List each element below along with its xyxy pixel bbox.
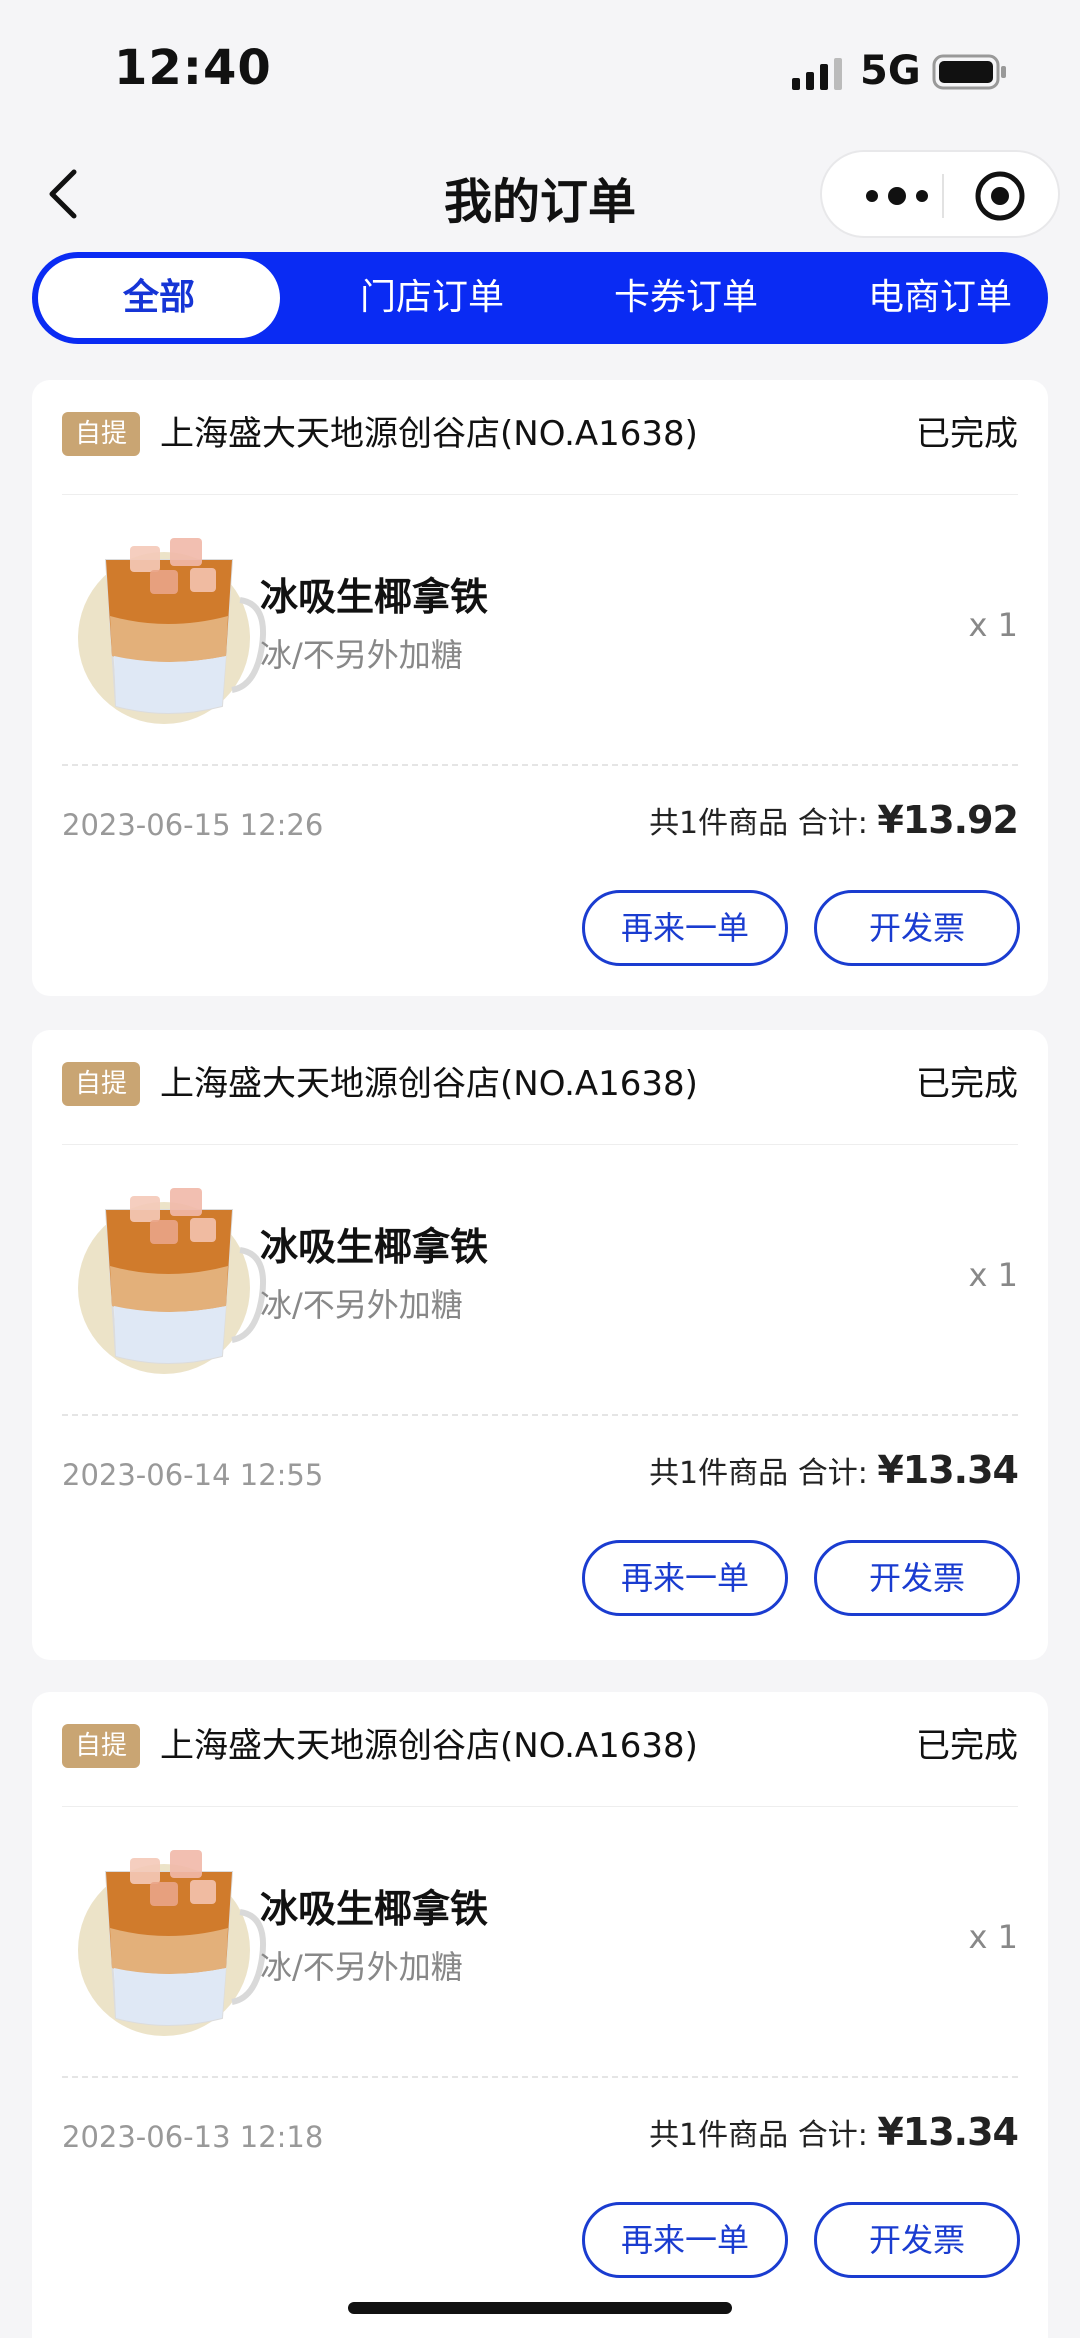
latte-cup-icon bbox=[78, 1850, 266, 2036]
order-card[interactable]: 自提 上海盛大天地源创谷店(NO.A1638) 已完成 冰吸生椰拿铁 冰/不另外… bbox=[32, 1030, 1048, 1660]
product-quantity: x 1 bbox=[968, 1256, 1018, 1294]
product-spec: 冰/不另外加糖 bbox=[260, 1286, 463, 1324]
order-card[interactable]: 自提 上海盛大天地源创谷店(NO.A1638) 已完成 冰吸生椰拿铁 冰/不另外… bbox=[32, 1692, 1048, 2338]
store-name: 上海盛大天地源创谷店(NO.A1638) bbox=[160, 1726, 698, 1766]
order-summary: 共1件商品 合计: ¥13.34 bbox=[649, 1448, 1019, 1492]
pickup-badge: 自提 bbox=[62, 412, 140, 456]
order-tabs: 全部 门店订单 卡券订单 电商订单 bbox=[32, 252, 1048, 344]
item-count: 共1件商品 bbox=[649, 806, 789, 841]
product-name: 冰吸生椰拿铁 bbox=[260, 1887, 489, 1931]
order-total: ¥13.92 bbox=[877, 798, 1019, 842]
invoice-button[interactable]: 开发票 bbox=[814, 890, 1020, 966]
tab-store-orders[interactable]: 门店订单 bbox=[332, 252, 532, 344]
invoice-button[interactable]: 开发票 bbox=[814, 1540, 1020, 1616]
order-status: 已完成 bbox=[916, 414, 1018, 454]
latte-cup-icon bbox=[78, 538, 266, 724]
order-date: 2023-06-14 12:55 bbox=[62, 1458, 324, 1492]
mini-program-capsule bbox=[820, 150, 1060, 238]
order-card[interactable]: 自提 上海盛大天地源创谷店(NO.A1638) 已完成 冰吸生椰拿铁 冰/不另外… bbox=[32, 380, 1048, 996]
dashed-divider bbox=[62, 2076, 1018, 2078]
product-quantity: x 1 bbox=[968, 606, 1018, 644]
total-label: 合计: bbox=[797, 2118, 868, 2153]
order-total: ¥13.34 bbox=[877, 1448, 1019, 1492]
store-name: 上海盛大天地源创谷店(NO.A1638) bbox=[160, 1064, 698, 1104]
tab-ecommerce-orders[interactable]: 电商订单 bbox=[840, 252, 1040, 344]
nav-bar: 我的订单 bbox=[0, 140, 1080, 250]
store-name: 上海盛大天地源创谷店(NO.A1638) bbox=[160, 414, 698, 454]
status-bar: 12:40 5G bbox=[0, 0, 1080, 140]
pickup-badge: 自提 bbox=[62, 1062, 140, 1106]
product-name: 冰吸生椰拿铁 bbox=[260, 575, 489, 619]
status-time: 12:40 bbox=[114, 40, 272, 96]
divider bbox=[62, 494, 1018, 495]
invoice-button[interactable]: 开发票 bbox=[814, 2202, 1020, 2278]
item-count: 共1件商品 bbox=[649, 2118, 789, 2153]
more-icon[interactable] bbox=[852, 172, 942, 220]
reorder-button[interactable]: 再来一单 bbox=[582, 2202, 788, 2278]
order-summary: 共1件商品 合计: ¥13.34 bbox=[649, 2110, 1019, 2154]
divider bbox=[62, 1806, 1018, 1807]
dashed-divider bbox=[62, 1414, 1018, 1416]
tab-coupon-orders[interactable]: 卡券订单 bbox=[586, 252, 786, 344]
network-type: 5G bbox=[860, 48, 921, 94]
order-date: 2023-06-15 12:26 bbox=[62, 808, 324, 842]
pickup-badge: 自提 bbox=[62, 1724, 140, 1768]
product-spec: 冰/不另外加糖 bbox=[260, 636, 463, 674]
latte-cup-icon bbox=[78, 1188, 266, 1374]
home-indicator bbox=[348, 2302, 732, 2314]
reorder-button[interactable]: 再来一单 bbox=[582, 1540, 788, 1616]
capsule-separator bbox=[942, 174, 944, 218]
tab-all[interactable]: 全部 bbox=[38, 258, 280, 338]
order-total: ¥13.34 bbox=[877, 2110, 1019, 2154]
divider bbox=[62, 1144, 1018, 1145]
product-quantity: x 1 bbox=[968, 1918, 1018, 1956]
target-icon[interactable] bbox=[972, 168, 1028, 224]
battery-icon bbox=[932, 54, 1006, 90]
reorder-button[interactable]: 再来一单 bbox=[582, 890, 788, 966]
order-summary: 共1件商品 合计: ¥13.92 bbox=[649, 798, 1019, 842]
signal-icon bbox=[792, 58, 842, 90]
dashed-divider bbox=[62, 764, 1018, 766]
product-spec: 冰/不另外加糖 bbox=[260, 1948, 463, 1986]
order-date: 2023-06-13 12:18 bbox=[62, 2120, 324, 2154]
order-status: 已完成 bbox=[916, 1064, 1018, 1104]
item-count: 共1件商品 bbox=[649, 1456, 789, 1491]
order-status: 已完成 bbox=[916, 1726, 1018, 1766]
product-name: 冰吸生椰拿铁 bbox=[260, 1225, 489, 1269]
total-label: 合计: bbox=[797, 806, 868, 841]
total-label: 合计: bbox=[797, 1456, 868, 1491]
